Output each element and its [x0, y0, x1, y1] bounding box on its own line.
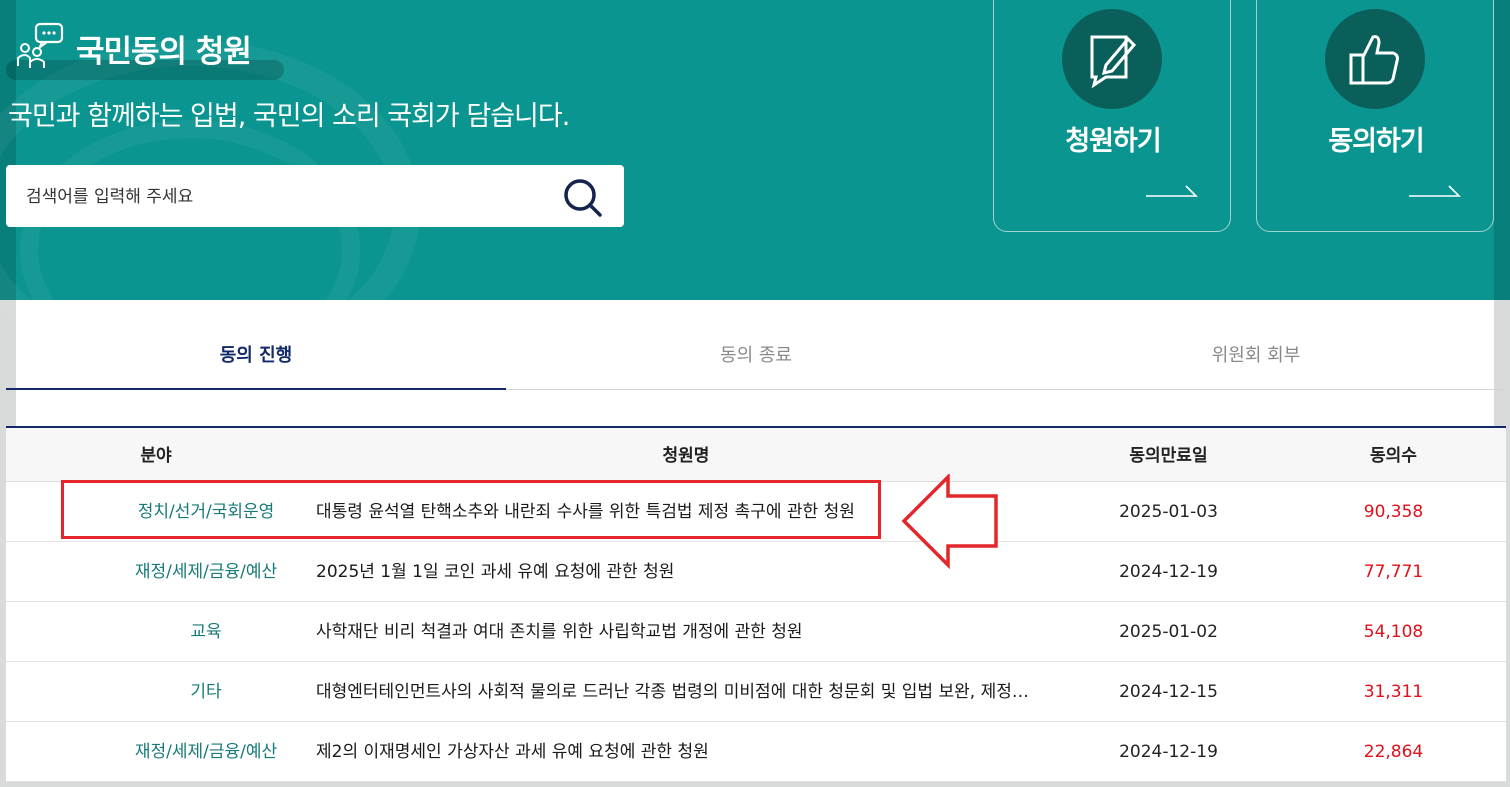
agree-icon-circle [1325, 9, 1425, 109]
petition-label: 청원하기 [1065, 126, 1161, 157]
tab-agree-closed[interactable]: 동의 종료 [506, 330, 1006, 390]
row-petition-name[interactable]: 사학재단 비리 척결과 여대 존치를 위한 사립학교법 개정에 관한 청원 [316, 602, 1056, 662]
table-row[interactable]: 기타 대형엔터테인먼트사의 사회적 물의로 드러난 각종 법령의 미비점에 대한… [6, 662, 1506, 722]
table-row[interactable]: 교육 사학재단 비리 척결과 여대 존치를 위한 사립학교법 개정에 관한 청원… [6, 602, 1506, 662]
search-input[interactable] [26, 183, 546, 211]
petition-icon-circle [1062, 9, 1162, 109]
row-petition-name[interactable]: 제2의 이재명세인 가상자산 과세 유예 요청에 관한 청원 [316, 722, 1056, 782]
table-row[interactable]: 재정/세제/금융/예산 2025년 1월 1일 코인 과세 유예 요청에 관한 … [6, 542, 1506, 602]
table-header: 분야 청원명 동의만료일 동의수 [6, 426, 1506, 482]
search-icon[interactable] [560, 175, 606, 221]
hero-right-edge [1494, 0, 1510, 300]
petition-button[interactable]: 청원하기 [993, 0, 1231, 232]
arrow-left-annotation-icon [901, 474, 998, 570]
row-field: 기타 [190, 682, 222, 702]
row-agree-count: 22,864 [1363, 742, 1424, 762]
row-agree-count: 31,311 [1363, 682, 1424, 702]
hero-banner: 국민동의 청원 국민과 함께하는 입법, 국민의 소리 국회가 담습니다. 청원… [0, 0, 1510, 380]
status-tabs: 동의 진행 동의 종료 위원회 회부 [6, 330, 1506, 390]
row-expiry-date: 2024-12-19 [1119, 742, 1218, 762]
pencil-edit-icon [1090, 35, 1137, 89]
row-field: 재정/세제/금융/예산 [134, 742, 278, 762]
page-subtitle: 국민과 함께하는 입법, 국민의 소리 국회가 담습니다. [8, 101, 570, 132]
row-agree-count: 77,771 [1363, 562, 1424, 582]
row-agree-count: 90,358 [1363, 502, 1424, 522]
row-petition-name[interactable]: 대형엔터테인먼트사의 사회적 물의로 드러난 각종 법령의 미비점에 대한 청문… [316, 662, 1056, 722]
header-field: 분야 [140, 446, 172, 466]
highlight-annotation-box [61, 480, 881, 539]
tab-agree-in-progress[interactable]: 동의 진행 [6, 330, 506, 390]
table-row[interactable]: 재정/세제/금융/예산 제2의 이재명세인 가상자산 과세 유예 요청에 관한 … [6, 722, 1506, 782]
row-field: 재정/세제/금융/예산 [134, 562, 278, 582]
row-agree-count: 54,108 [1363, 622, 1424, 642]
row-expiry-date: 2024-12-19 [1119, 562, 1218, 582]
header-agree-count: 동의수 [1370, 446, 1417, 466]
arrow-right-icon [1146, 185, 1198, 197]
row-expiry-date: 2025-01-03 [1119, 502, 1218, 522]
row-field: 교육 [190, 622, 222, 642]
agree-button[interactable]: 동의하기 [1256, 0, 1494, 232]
search-bar [6, 165, 624, 227]
arrow-right-icon [1409, 185, 1461, 197]
row-expiry-date: 2025-01-02 [1119, 622, 1218, 642]
header-petition-name: 청원명 [662, 446, 710, 466]
row-expiry-date: 2024-12-15 [1119, 682, 1218, 702]
thumbs-up-icon [1349, 35, 1399, 85]
page-title: 국민동의 청원 [76, 34, 252, 70]
tab-committee-referral[interactable]: 위원회 회부 [1006, 330, 1506, 390]
agree-label: 동의하기 [1328, 126, 1424, 157]
header-expiry-date: 동의만료일 [1129, 446, 1208, 466]
people-chat-icon [17, 22, 64, 68]
